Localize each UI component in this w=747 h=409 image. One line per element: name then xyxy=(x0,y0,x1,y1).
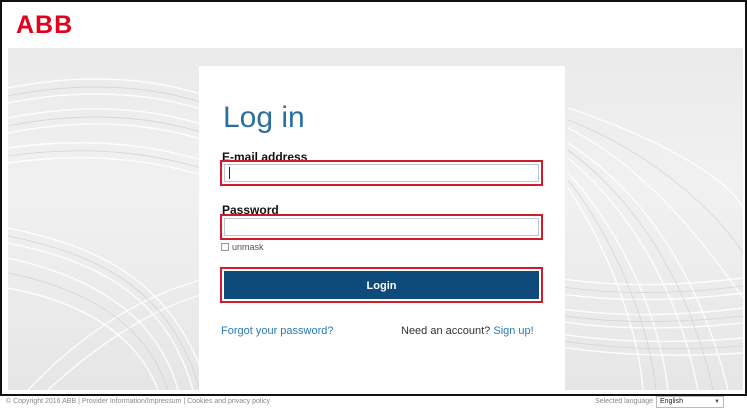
login-button[interactable]: Login xyxy=(224,271,539,299)
signup-link[interactable]: Sign up! xyxy=(493,325,533,337)
password-field-outline xyxy=(220,214,543,240)
password-input[interactable] xyxy=(224,218,539,236)
forgot-password-link[interactable]: Forgot your password? xyxy=(221,324,334,338)
login-button-outline: Login xyxy=(220,267,543,303)
copyright-text[interactable]: © Copyright 2016 ABB | Provider Informat… xyxy=(6,394,270,409)
chevron-down-icon: ▼ xyxy=(714,398,720,405)
page-title: Log in xyxy=(223,101,305,134)
language-dropdown[interactable]: English ▼ xyxy=(656,395,724,408)
unmask-checkbox[interactable] xyxy=(221,243,229,251)
text-caret xyxy=(229,167,230,179)
email-input[interactable] xyxy=(224,164,539,182)
abb-logo[interactable]: ABB xyxy=(16,12,73,38)
unmask-label: unmask xyxy=(232,242,264,252)
signup-prompt: Need an account? Sign up! xyxy=(401,324,534,338)
language-label: Selected language xyxy=(595,398,653,405)
need-account-text: Need an account? xyxy=(401,325,491,337)
language-selector: Selected language English ▼ xyxy=(595,394,724,409)
language-value: English xyxy=(660,397,683,405)
email-field-outline xyxy=(220,160,543,186)
footer: © Copyright 2016 ABB | Provider Informat… xyxy=(0,394,747,409)
header: ABB xyxy=(2,2,745,50)
unmask-toggle[interactable]: unmask xyxy=(221,242,264,252)
